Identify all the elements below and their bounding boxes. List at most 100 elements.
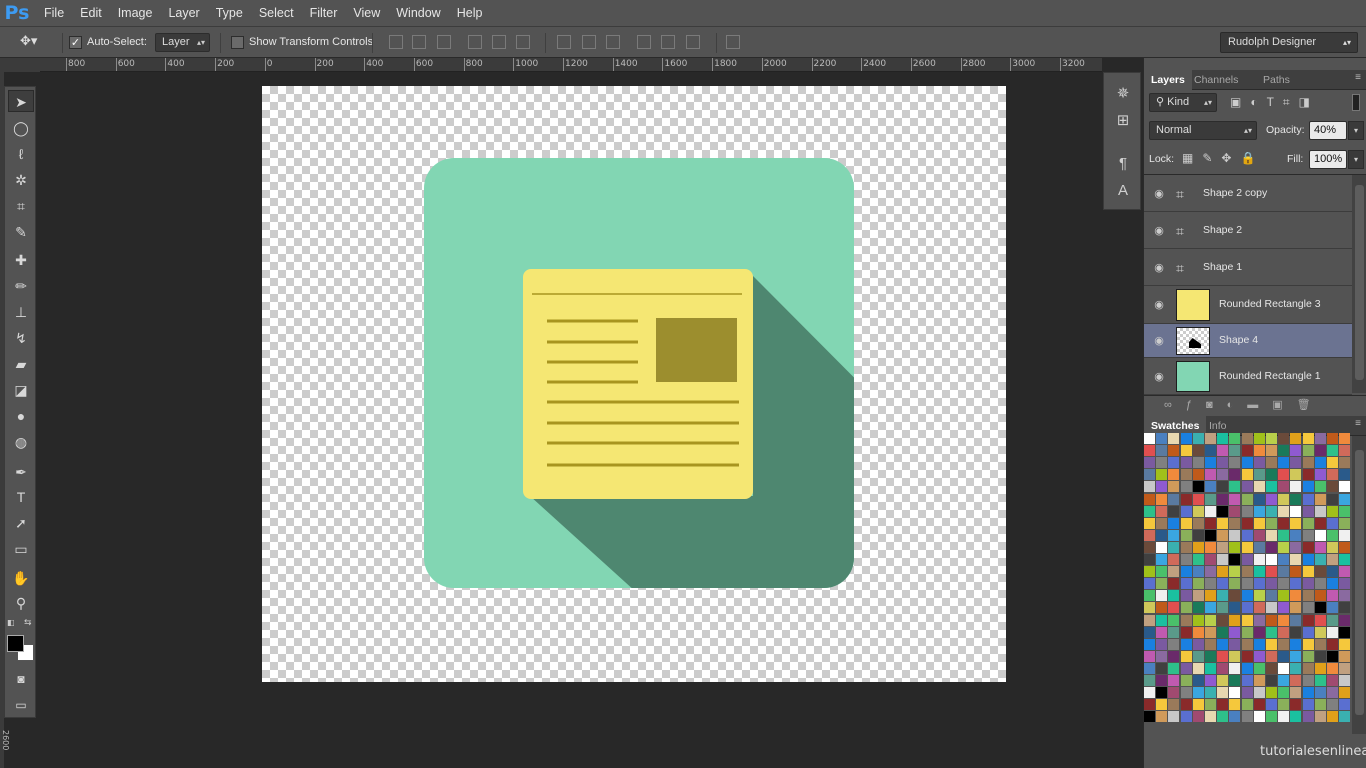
swatch[interactable]: [1217, 650, 1229, 662]
swatch[interactable]: [1327, 481, 1338, 493]
swatch[interactable]: [1168, 445, 1180, 457]
align-hcenter-icon[interactable]: [492, 35, 506, 49]
swatch[interactable]: [1327, 529, 1338, 541]
swatch[interactable]: [1205, 602, 1216, 614]
swatch[interactable]: [1266, 687, 1277, 699]
swatch[interactable]: [1253, 687, 1265, 699]
swatch[interactable]: [1168, 711, 1180, 723]
swatch[interactable]: [1156, 675, 1168, 686]
swatch[interactable]: [1229, 687, 1241, 699]
swatch[interactable]: [1144, 687, 1155, 699]
swatch[interactable]: [1339, 614, 1351, 626]
swatch[interactable]: [1241, 469, 1253, 481]
rectangle-tool-icon[interactable]: ▭: [8, 538, 34, 560]
swatch[interactable]: [1192, 699, 1204, 711]
swatch[interactable]: [1229, 457, 1241, 469]
swatch[interactable]: [1217, 687, 1229, 699]
swatch[interactable]: [1168, 493, 1180, 505]
swatch[interactable]: [1278, 590, 1290, 602]
swatch[interactable]: [1266, 481, 1277, 493]
swatch[interactable]: [1180, 602, 1192, 614]
dodge-tool-icon[interactable]: ◍: [8, 431, 34, 453]
swatch[interactable]: [1266, 493, 1277, 505]
swatch[interactable]: [1168, 505, 1180, 517]
swatch[interactable]: [1144, 469, 1155, 481]
swatch[interactable]: [1180, 687, 1192, 699]
swatch[interactable]: [1253, 517, 1265, 529]
swatch[interactable]: [1253, 578, 1265, 590]
swatch[interactable]: [1302, 469, 1314, 481]
swatch[interactable]: [1339, 469, 1351, 481]
swap-colors-icon[interactable]: ⇆: [24, 617, 32, 628]
swatch[interactable]: [1168, 662, 1180, 674]
swatch[interactable]: [1290, 614, 1302, 626]
swatch[interactable]: [1327, 469, 1338, 481]
swatch[interactable]: [1156, 662, 1168, 674]
swatch[interactable]: [1229, 590, 1241, 602]
swatch[interactable]: [1290, 711, 1302, 723]
layer-row[interactable]: ◉ Rounded Rectangle 1: [1144, 358, 1352, 395]
swatch[interactable]: [1205, 554, 1216, 565]
swatch[interactable]: [1339, 578, 1351, 590]
swatch[interactable]: [1180, 554, 1192, 565]
swatch[interactable]: [1144, 457, 1155, 469]
swatch[interactable]: [1314, 469, 1326, 481]
swatch[interactable]: [1327, 541, 1338, 553]
swatch[interactable]: [1180, 638, 1192, 650]
swatch[interactable]: [1290, 687, 1302, 699]
swatch[interactable]: [1253, 505, 1265, 517]
swatch[interactable]: [1314, 687, 1326, 699]
swatch[interactable]: [1217, 457, 1229, 469]
swatch[interactable]: [1253, 457, 1265, 469]
swatch[interactable]: [1290, 578, 1302, 590]
swatch[interactable]: [1168, 602, 1180, 614]
swatch[interactable]: [1302, 457, 1314, 469]
swatch[interactable]: [1266, 675, 1277, 686]
path-select-tool-icon[interactable]: ➚: [8, 512, 34, 534]
visibility-eye-icon[interactable]: ◉: [1152, 370, 1166, 383]
distribute-top-icon[interactable]: [557, 35, 571, 49]
swatch[interactable]: [1205, 687, 1216, 699]
swatch[interactable]: [1217, 578, 1229, 590]
swatch[interactable]: [1314, 541, 1326, 553]
swatch[interactable]: [1168, 457, 1180, 469]
swatch[interactable]: [1241, 699, 1253, 711]
swatch[interactable]: [1241, 517, 1253, 529]
distribute-left-icon[interactable]: [637, 35, 651, 49]
swatch[interactable]: [1278, 578, 1290, 590]
swatch[interactable]: [1253, 711, 1265, 723]
swatch[interactable]: [1266, 517, 1277, 529]
swatch[interactable]: [1327, 675, 1338, 686]
swatch[interactable]: [1278, 529, 1290, 541]
swatch[interactable]: [1266, 566, 1277, 578]
swatch[interactable]: [1314, 554, 1326, 565]
layer-row[interactable]: ◉ ⌗ Shape 2: [1144, 212, 1352, 249]
distribute-right-icon[interactable]: [686, 35, 700, 49]
show-transform-checkbox[interactable]: [231, 36, 244, 49]
menu-edit[interactable]: Edit: [72, 0, 110, 26]
swatch[interactable]: [1266, 650, 1277, 662]
crop-tool-icon[interactable]: ⌗: [8, 195, 34, 217]
marquee-tool-icon[interactable]: ◯: [8, 117, 34, 139]
swatch[interactable]: [1253, 614, 1265, 626]
swatch[interactable]: [1241, 638, 1253, 650]
swatch[interactable]: [1278, 541, 1290, 553]
swatch[interactable]: [1144, 626, 1155, 638]
tab-paths[interactable]: Paths: [1256, 70, 1297, 90]
swatch[interactable]: [1314, 650, 1326, 662]
swatch[interactable]: [1205, 457, 1216, 469]
swatch[interactable]: [1144, 662, 1155, 674]
swatch[interactable]: [1217, 699, 1229, 711]
swatch[interactable]: [1339, 554, 1351, 565]
layer-row[interactable]: ◉ Rounded Rectangle 3: [1144, 286, 1352, 324]
swatch[interactable]: [1156, 493, 1168, 505]
quick-mask-icon[interactable]: ◙: [8, 668, 34, 690]
menu-help[interactable]: Help: [449, 0, 491, 26]
paragraph-icon[interactable]: ¶: [1112, 153, 1134, 175]
swatch[interactable]: [1302, 433, 1314, 444]
swatch[interactable]: [1180, 626, 1192, 638]
swatch[interactable]: [1205, 614, 1216, 626]
swatch[interactable]: [1266, 662, 1277, 674]
swatch[interactable]: [1205, 505, 1216, 517]
swatch[interactable]: [1302, 505, 1314, 517]
